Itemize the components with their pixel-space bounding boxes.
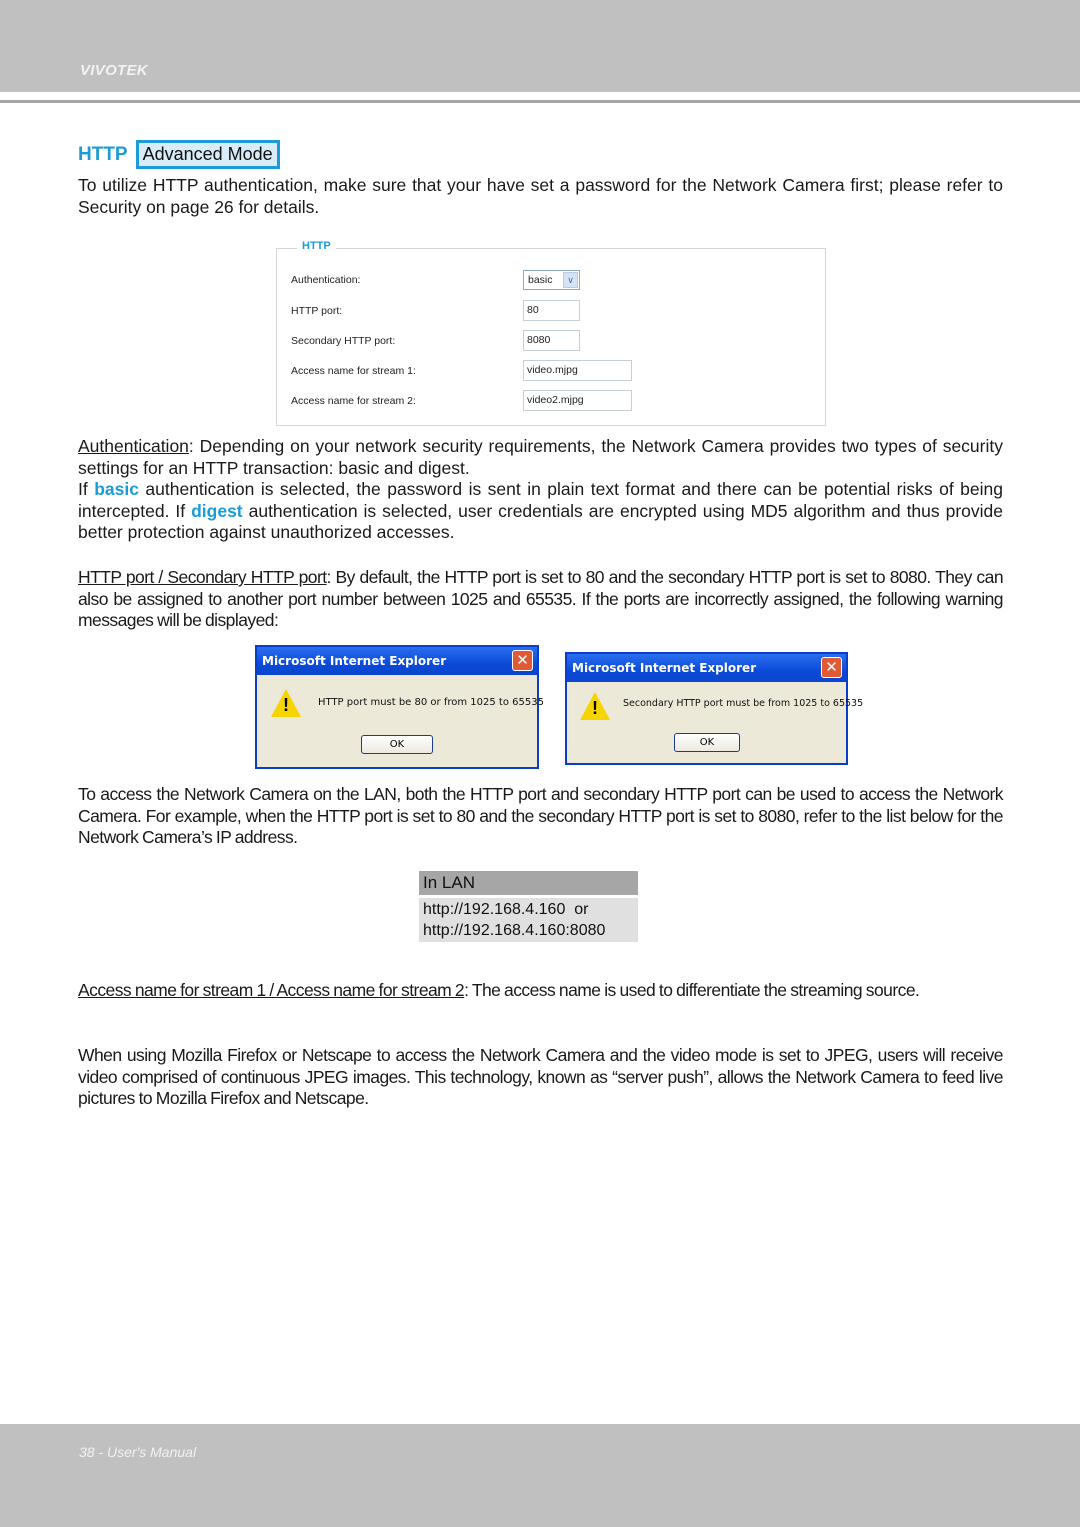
secondary-http-port-input[interactable]: 8080	[523, 330, 580, 351]
field-label: Access name for stream 1:	[291, 364, 416, 377]
header-band	[0, 0, 1080, 92]
field-label: HTTP port:	[291, 304, 343, 317]
lan-paragraph: To access the Network Camera on the LAN,…	[78, 784, 1004, 848]
lan-table-body: http://192.168.4.160 or http://192.168.4…	[419, 898, 638, 942]
lan-table-header: In LAN	[419, 871, 638, 895]
section-heading: HTTP Advanced Mode	[78, 140, 280, 169]
close-icon[interactable]: ✕	[821, 657, 842, 678]
warning-dialog-secondary-port: Microsoft Internet Explorer ✕ ! Secondar…	[565, 652, 863, 765]
text: : Depending on your network security req…	[78, 436, 1003, 478]
dialog-title-bar: Microsoft Internet Explorer ✕	[257, 647, 537, 675]
panel-legend: HTTP	[297, 240, 336, 252]
dialog-message: Secondary HTTP port must be from 1025 to…	[623, 698, 864, 709]
authentication-select[interactable]: basic ∨	[523, 270, 580, 290]
http-port-row: HTTP port: 80	[291, 300, 580, 321]
http-settings-panel: HTTP Authentication: basic ∨ HTTP port: …	[276, 240, 826, 426]
warning-icon-mark: !	[592, 698, 598, 718]
text: If	[78, 479, 95, 500]
page-number-footer: 38 - User's Manual	[79, 1444, 197, 1460]
footer-band	[0, 1424, 1080, 1527]
header-divider	[0, 100, 1080, 103]
authentication-row: Authentication: basic ∨	[291, 270, 580, 290]
field-label: Secondary HTTP port:	[291, 334, 396, 347]
term-access-name: Access name for stream 1 / Access name f…	[78, 980, 465, 1000]
server-push-paragraph: When using Mozilla Firefox or Netscape t…	[78, 1045, 1004, 1109]
field-label: Access name for stream 2:	[291, 394, 416, 407]
select-value: basic	[528, 274, 553, 286]
dialog-title: Microsoft Internet Explorer	[572, 661, 757, 675]
advanced-mode-badge: Advanced Mode	[135, 140, 280, 169]
stream1-access-name-input[interactable]: video.mjpg	[523, 360, 632, 381]
keyword-digest: digest	[191, 500, 243, 521]
term-http-port: HTTP port / Secondary HTTP port	[78, 567, 327, 587]
intro-paragraph: To utilize HTTP authentication, make sur…	[78, 175, 1003, 217]
authentication-paragraph: Authentication: Depending on your networ…	[78, 436, 1003, 544]
dialog-title-bar: Microsoft Internet Explorer ✕	[567, 654, 846, 682]
text: : The access name is used to differentia…	[464, 980, 920, 1000]
stream2-access-name-input[interactable]: video2.mjpg	[523, 390, 632, 411]
port-paragraph: HTTP port / Secondary HTTP port: By defa…	[78, 567, 1004, 632]
section-title: HTTP	[78, 143, 128, 165]
keyword-basic: basic	[94, 479, 139, 500]
dialog-title: Microsoft Internet Explorer	[262, 654, 447, 668]
warning-icon-mark: !	[283, 695, 289, 715]
stream1-access-row: Access name for stream 1: video.mjpg	[291, 360, 632, 381]
access-name-paragraph: Access name for stream 1 / Access name f…	[78, 980, 1003, 1002]
warning-dialog-http-port: Microsoft Internet Explorer ✕ ! HTTP por…	[255, 645, 544, 769]
chevron-down-icon[interactable]: ∨	[563, 272, 578, 288]
field-label: Authentication:	[291, 274, 361, 286]
close-icon[interactable]: ✕	[512, 650, 533, 671]
ok-button[interactable]: OK	[361, 735, 433, 754]
ok-button[interactable]: OK	[674, 733, 740, 752]
dialog-message: HTTP port must be 80 or from 1025 to 655…	[318, 697, 544, 708]
term-authentication: Authentication	[78, 436, 189, 456]
brand-logo: VIVOTEK	[80, 62, 148, 79]
http-port-input[interactable]: 80	[523, 300, 580, 321]
secondary-http-port-row: Secondary HTTP port: 8080	[291, 330, 580, 351]
stream2-access-row: Access name for stream 2: video2.mjpg	[291, 390, 632, 411]
